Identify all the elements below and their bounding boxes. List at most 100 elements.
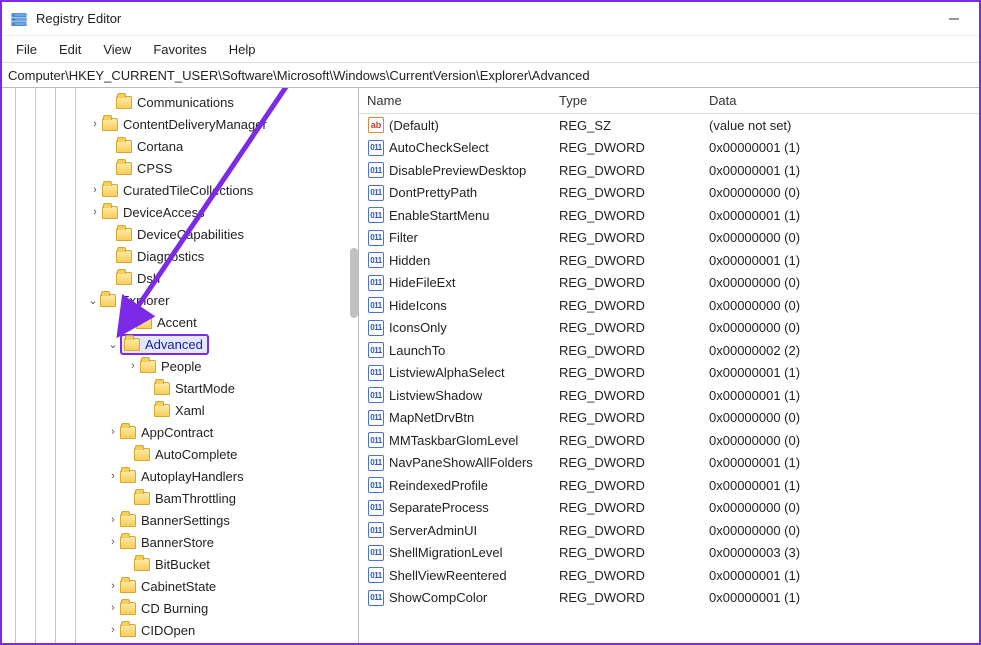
value-name: EnableStartMenu	[389, 208, 559, 223]
value-data: 0x00000001 (1)	[709, 140, 979, 155]
chevron-right-icon[interactable]: ›	[106, 536, 120, 548]
value-row[interactable]: 011ShellMigrationLevelREG_DWORD0x0000000…	[359, 542, 979, 565]
chevron-right-icon[interactable]: ›	[88, 206, 102, 218]
values-pane[interactable]: Name Type Data ab(Default)REG_SZ(value n…	[359, 88, 979, 643]
value-type: REG_DWORD	[559, 433, 709, 448]
folder-icon	[120, 536, 136, 549]
chevron-right-icon[interactable]: ›	[106, 624, 120, 636]
value-data: 0x00000000 (0)	[709, 275, 979, 290]
value-row[interactable]: ab(Default)REG_SZ(value not set)	[359, 114, 979, 137]
value-row[interactable]: 011SeparateProcessREG_DWORD0x00000000 (0…	[359, 497, 979, 520]
value-name: Hidden	[389, 253, 559, 268]
address-input[interactable]	[8, 68, 973, 83]
value-name: SeparateProcess	[389, 500, 559, 515]
chevron-right-icon[interactable]: ›	[106, 580, 120, 592]
chevron-right-icon[interactable]: ›	[106, 470, 120, 482]
chevron-down-icon[interactable]: ⌄	[106, 338, 120, 351]
value-row[interactable]: 011ReindexedProfileREG_DWORD0x00000001 (…	[359, 474, 979, 497]
menu-favorites[interactable]: Favorites	[143, 39, 216, 60]
value-data: 0x00000000 (0)	[709, 433, 979, 448]
column-header-data[interactable]: Data	[709, 93, 979, 108]
chevron-right-icon[interactable]: ›	[88, 118, 102, 130]
chevron-right-icon[interactable]: ›	[106, 602, 120, 614]
value-row[interactable]: 011ShellViewReenteredREG_DWORD0x00000001…	[359, 564, 979, 587]
value-type: REG_DWORD	[559, 320, 709, 335]
reg-dword-icon: 011	[368, 590, 384, 606]
value-name: ListviewShadow	[389, 388, 559, 403]
tree-scrollbar-thumb[interactable]	[350, 248, 358, 318]
folder-icon	[154, 382, 170, 395]
reg-dword-icon: 011	[368, 230, 384, 246]
value-row[interactable]: 011NavPaneShowAllFoldersREG_DWORD0x00000…	[359, 452, 979, 475]
tree-item-label: AppContract	[141, 425, 213, 440]
value-row[interactable]: 011HideIconsREG_DWORD0x00000000 (0)	[359, 294, 979, 317]
reg-dword-icon: 011	[368, 185, 384, 201]
value-row[interactable]: 011ListviewAlphaSelectREG_DWORD0x0000000…	[359, 362, 979, 385]
chevron-right-icon[interactable]: ›	[106, 514, 120, 526]
value-row[interactable]: 011EnableStartMenuREG_DWORD0x00000001 (1…	[359, 204, 979, 227]
menu-help[interactable]: Help	[219, 39, 266, 60]
value-name: ShellViewReentered	[389, 568, 559, 583]
chevron-right-icon[interactable]: ›	[126, 360, 140, 372]
value-name: NavPaneShowAllFolders	[389, 455, 559, 470]
value-name: Filter	[389, 230, 559, 245]
folder-icon	[124, 338, 140, 351]
reg-dword-icon: 011	[368, 342, 384, 358]
value-row[interactable]: 011DisablePreviewDesktopREG_DWORD0x00000…	[359, 159, 979, 182]
value-row[interactable]: 011FilterREG_DWORD0x00000000 (0)	[359, 227, 979, 250]
value-name: MapNetDrvBtn	[389, 410, 559, 425]
tree-item-label: Xaml	[175, 403, 205, 418]
value-type: REG_DWORD	[559, 590, 709, 605]
chevron-right-icon[interactable]: ›	[106, 426, 120, 438]
value-data: 0x00000001 (1)	[709, 253, 979, 268]
value-row[interactable]: 011IconsOnlyREG_DWORD0x00000000 (0)	[359, 317, 979, 340]
value-type: REG_DWORD	[559, 253, 709, 268]
reg-dword-icon: 011	[368, 522, 384, 538]
value-row[interactable]: 011MapNetDrvBtnREG_DWORD0x00000000 (0)	[359, 407, 979, 430]
tree-item-label: CPSS	[137, 161, 172, 176]
folder-icon	[134, 448, 150, 461]
value-row[interactable]: 011DontPrettyPathREG_DWORD0x00000000 (0)	[359, 182, 979, 205]
value-row[interactable]: 011HiddenREG_DWORD0x00000001 (1)	[359, 249, 979, 272]
value-row[interactable]: 011AutoCheckSelectREG_DWORD0x00000001 (1…	[359, 137, 979, 160]
value-data: 0x00000001 (1)	[709, 478, 979, 493]
value-row[interactable]: 011LaunchToREG_DWORD0x00000002 (2)	[359, 339, 979, 362]
chevron-down-icon[interactable]: ⌄	[86, 294, 100, 307]
value-row[interactable]: 011ShowCompColorREG_DWORD0x00000001 (1)	[359, 587, 979, 610]
folder-icon	[136, 316, 152, 329]
value-type: REG_DWORD	[559, 208, 709, 223]
reg-dword-icon: 011	[368, 297, 384, 313]
address-bar	[2, 62, 979, 88]
folder-icon	[120, 426, 136, 439]
minimize-button[interactable]	[937, 6, 971, 32]
tree-item-label: Dsh	[137, 271, 160, 286]
value-data: 0x00000003 (3)	[709, 545, 979, 560]
menu-view[interactable]: View	[93, 39, 141, 60]
value-row[interactable]: 011ServerAdminUIREG_DWORD0x00000000 (0)	[359, 519, 979, 542]
menu-file[interactable]: File	[6, 39, 47, 60]
value-data: 0x00000001 (1)	[709, 208, 979, 223]
value-row[interactable]: 011HideFileExtREG_DWORD0x00000000 (0)	[359, 272, 979, 295]
tree-item-label: BitBucket	[155, 557, 210, 572]
value-row[interactable]: 011ListviewShadowREG_DWORD0x00000001 (1)	[359, 384, 979, 407]
value-type: REG_DWORD	[559, 523, 709, 538]
tree-item-label: StartMode	[175, 381, 235, 396]
column-header-name[interactable]: Name	[367, 93, 559, 108]
folder-icon	[116, 162, 132, 175]
titlebar[interactable]: Registry Editor	[2, 2, 979, 36]
value-name: ListviewAlphaSelect	[389, 365, 559, 380]
reg-dword-icon: 011	[368, 275, 384, 291]
value-name: ShowCompColor	[389, 590, 559, 605]
menu-edit[interactable]: Edit	[49, 39, 91, 60]
tree-item-label: BamThrottling	[155, 491, 236, 506]
chevron-right-icon[interactable]: ›	[88, 184, 102, 196]
column-header-type[interactable]: Type	[559, 93, 709, 108]
reg-dword-icon: 011	[368, 477, 384, 493]
tree-pane[interactable]: Communications›ContentDeliveryManagerCor…	[2, 88, 359, 643]
value-data: 0x00000001 (1)	[709, 388, 979, 403]
value-row[interactable]: 011MMTaskbarGlomLevelREG_DWORD0x00000000…	[359, 429, 979, 452]
value-name: (Default)	[389, 118, 559, 133]
tree-item-label: CabinetState	[141, 579, 216, 594]
value-name: IconsOnly	[389, 320, 559, 335]
value-name: ServerAdminUI	[389, 523, 559, 538]
